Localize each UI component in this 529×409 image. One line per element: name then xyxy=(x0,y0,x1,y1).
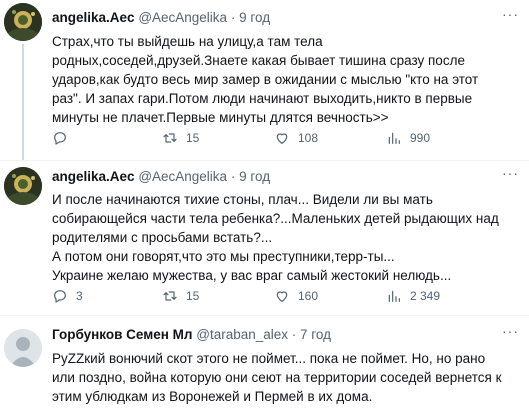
like-button[interactable]: 108 xyxy=(274,130,318,146)
more-dots-icon[interactable]: ··· xyxy=(502,323,519,339)
author-handle[interactable]: @AecAngelika xyxy=(138,10,227,25)
text-line: раз". И запах гари.Потом люди начинают в… xyxy=(52,91,473,106)
text-line: минуты не плачет.Первые минуты длятся ве… xyxy=(52,110,389,125)
retweet-button[interactable]: 15 xyxy=(162,288,199,304)
author-name[interactable]: Горбунков Семен Мл xyxy=(52,327,192,342)
reply-button[interactable]: 3 xyxy=(52,288,83,304)
like-count: 108 xyxy=(298,131,319,145)
text-line: PyZZкий вонючий скот этого не поймет... … xyxy=(52,351,486,366)
reply-button[interactable] xyxy=(52,130,76,146)
tweet-time[interactable]: · 9 год xyxy=(231,169,270,184)
author-name[interactable]: angelika.Aec xyxy=(52,10,135,25)
author-handle[interactable]: @taraban_alex xyxy=(196,327,288,342)
author-handle[interactable]: @AecAngelika xyxy=(138,169,227,184)
retweet-count: 15 xyxy=(186,289,200,303)
action-bar: 3 15 160 2 349 xyxy=(52,288,512,306)
avatar[interactable] xyxy=(4,167,42,205)
retweet-icon xyxy=(163,133,177,143)
text-line: родных,соседей,друзей.Знаете какая бывае… xyxy=(52,53,465,68)
views-icon xyxy=(388,290,400,302)
like-button[interactable]: 160 xyxy=(274,288,318,304)
views-icon xyxy=(388,132,400,144)
tweet[interactable]: angelika.Aec @AecAngelika · 9 год ··· Ст… xyxy=(0,0,529,160)
text-line: родителями с просьбами встать?... xyxy=(52,230,273,245)
reply-icon xyxy=(54,290,66,303)
thread-line xyxy=(22,44,24,160)
text-line: И после начинаются тихие стоны, плач... … xyxy=(52,192,433,207)
text-line: Страх,что ты выйдешь на улицу,а там тела xyxy=(52,34,323,49)
avatar[interactable] xyxy=(4,329,42,367)
tweet-time[interactable]: · 9 год xyxy=(231,10,270,25)
tweet[interactable]: Горбунков Семен Мл @taraban_alex · 7 год… xyxy=(0,316,529,409)
views-count: 2 349 xyxy=(410,289,441,303)
text-line: ударов,как будто весь мир замер в ожидан… xyxy=(52,72,479,87)
text-line: этим ублюдкам из Воронежей и Пермей в их… xyxy=(52,389,373,404)
tweet-text: Страх,что ты выйдешь на улицу,а там тела… xyxy=(52,32,522,127)
like-icon xyxy=(276,291,288,302)
reply-icon xyxy=(54,132,66,145)
tweet-text: И после начинаются тихие стоны, плач... … xyxy=(52,190,522,285)
retweet-button[interactable]: 15 xyxy=(162,130,199,146)
like-count: 160 xyxy=(298,289,319,303)
reply-count: 3 xyxy=(76,289,83,303)
tweet-text: PyZZкий вонючий скот этого не поймет... … xyxy=(52,349,522,406)
tweet-header: angelika.Aec @AecAngelika · 9 год xyxy=(52,10,270,25)
more-dots-icon[interactable]: ··· xyxy=(502,165,519,181)
views-button[interactable]: 2 349 xyxy=(386,288,440,304)
tweet[interactable]: angelika.Aec @AecAngelika · 9 год ··· И … xyxy=(0,160,529,320)
tweet-time[interactable]: · 7 год xyxy=(292,327,331,342)
like-icon xyxy=(276,133,288,144)
text-line: собирающейся части тела ребенка?...Мален… xyxy=(52,211,499,226)
views-button[interactable]: 990 xyxy=(386,130,430,146)
views-count: 990 xyxy=(410,131,431,145)
text-line: А потом они говорят,что это мы преступни… xyxy=(52,249,395,264)
retweet-icon xyxy=(163,291,177,301)
text-line: Украине желаю мужества, у вас враг самый… xyxy=(52,268,452,283)
action-bar: 15 108 990 xyxy=(52,130,512,148)
tweet-header: angelika.Aec @AecAngelika · 9 год xyxy=(52,169,270,184)
tweet-header: Горбунков Семен Мл @taraban_alex · 7 год xyxy=(52,327,331,342)
text-line: или поздно, война которую они сеют на те… xyxy=(52,370,502,385)
more-dots-icon[interactable]: ··· xyxy=(502,6,519,22)
retweet-count: 15 xyxy=(186,131,200,145)
author-name[interactable]: angelika.Aec xyxy=(52,169,135,184)
avatar[interactable] xyxy=(4,3,42,41)
